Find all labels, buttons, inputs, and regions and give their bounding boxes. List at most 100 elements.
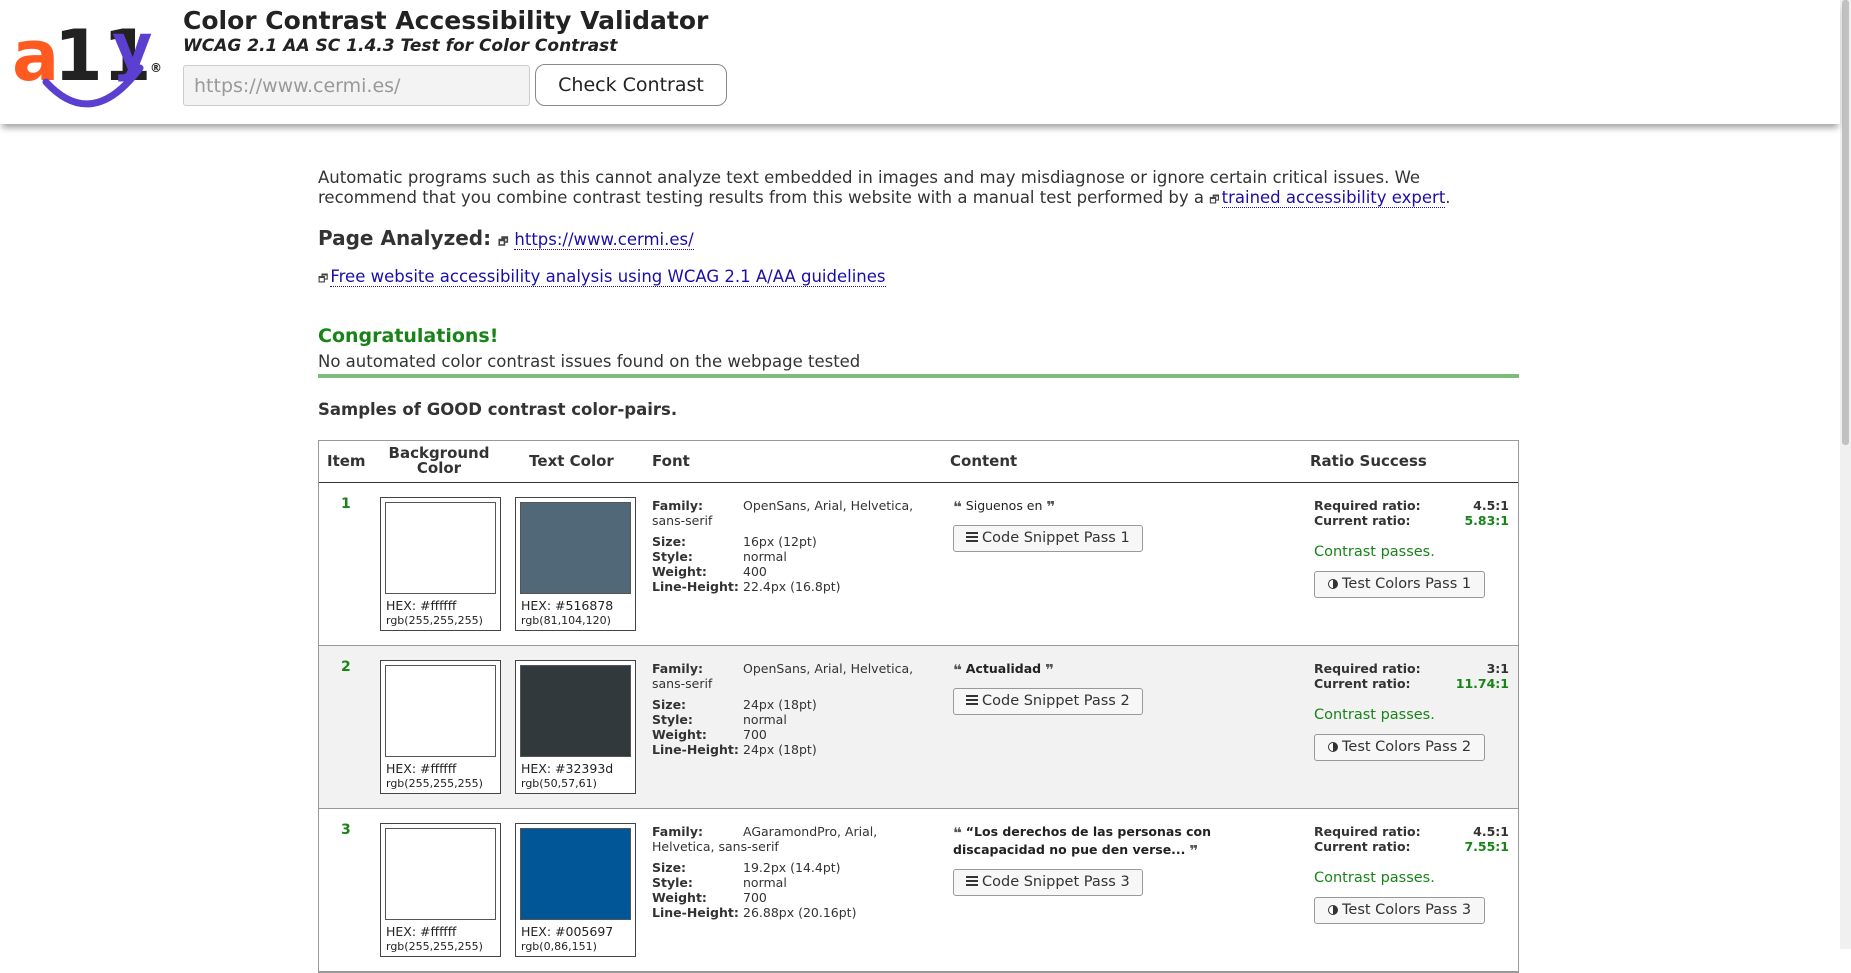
size-label: Size: <box>652 697 687 712</box>
content-cell: ❝ Siguenos en ❞ Code Snippet Pass 1 <box>953 498 1298 552</box>
font-family-value: OpenSans, Arial, Helvetica, sans-serif <box>652 498 914 528</box>
text-color-swatch: HEX: #516878 rgb(81,104,120) <box>515 497 636 631</box>
font-weight-value: 700 <box>743 727 767 742</box>
style-label: Style: <box>652 875 693 890</box>
free-analysis: 🗗 Free website accessibility analysis usi… <box>318 267 886 289</box>
test-colors-label: Test Colors Pass 2 <box>1342 739 1472 755</box>
weight-label: Weight: <box>652 727 707 742</box>
code-lines-icon <box>966 876 978 886</box>
page-analyzed-label: Page Analyzed: <box>318 226 492 250</box>
success-divider <box>318 374 1519 378</box>
font-info: Family: AGaramondPro, Arial, Helvetica, … <box>652 824 922 920</box>
content-sample: ❝ Actualidad ❞ <box>953 661 1298 679</box>
content-cell: ❝ “Los derechos de las personas con disc… <box>953 824 1298 896</box>
ratio-cell: Required ratio: 4.5:1 Current ratio: 5.83:… <box>1314 498 1509 598</box>
results-table: Item Background Color Text Color Font Co… <box>318 440 1519 973</box>
current-ratio-value: 5.83:1 <box>1464 513 1509 528</box>
app-header: a 11 y ® Color Contrast Accessibility Va… <box>0 0 1840 124</box>
content-text: “Los derechos de las personas con discap… <box>953 824 1212 857</box>
free-analysis-link[interactable]: Free website accessibility analysis usin… <box>330 267 886 287</box>
header-font: Font <box>652 452 690 470</box>
background-rgb: rgb(255,255,255) <box>386 777 483 790</box>
text-color-sample <box>520 665 631 757</box>
text-rgb: rgb(0,86,151) <box>521 940 597 953</box>
code-snippet-button[interactable]: Code Snippet Pass 1 <box>953 525 1143 552</box>
quote-open-icon: ❝ <box>953 661 962 679</box>
contrast-icon <box>1328 742 1338 752</box>
code-snippet-label: Code Snippet Pass 1 <box>982 530 1130 546</box>
required-ratio-label: Required ratio: <box>1314 824 1421 839</box>
current-ratio-label: Current ratio: <box>1314 839 1411 854</box>
test-colors-button[interactable]: Test Colors Pass 2 <box>1314 734 1486 761</box>
table-row: 3 HEX: #ffffff rgb(255,255,255) HEX: #00… <box>319 809 1518 972</box>
table-body: 1 HEX: #ffffff rgb(255,255,255) HEX: #51… <box>319 483 1518 972</box>
ratio-cell: Required ratio: 4.5:1 Current ratio: 7.55:… <box>1314 824 1509 924</box>
check-contrast-button[interactable]: Check Contrast <box>535 64 727 106</box>
page-scrollbar[interactable] <box>1840 0 1851 949</box>
style-label: Style: <box>652 549 693 564</box>
scrollbar-thumb[interactable] <box>1842 0 1849 445</box>
code-snippet-label: Code Snippet Pass 2 <box>982 693 1130 709</box>
code-snippet-button[interactable]: Code Snippet Pass 2 <box>953 688 1143 715</box>
line-height-value: 26.88px (20.16pt) <box>743 905 857 920</box>
text-color-sample <box>520 502 631 594</box>
text-color-sample <box>520 828 631 920</box>
page-analyzed: Page Analyzed: 🗗 https://www.cermi.es/ <box>318 226 694 252</box>
background-rgb: rgb(255,255,255) <box>386 940 483 953</box>
app-subtitle: WCAG 2.1 AA SC 1.4.3 Test for Color Cont… <box>183 36 618 56</box>
current-ratio-label: Current ratio: <box>1314 676 1411 691</box>
trained-expert-link[interactable]: trained accessibility expert <box>1221 188 1446 208</box>
item-number: 2 <box>341 659 351 675</box>
text-hex: HEX: #005697 <box>521 924 614 939</box>
quote-close-icon: ❞ <box>1045 661 1054 679</box>
weight-label: Weight: <box>652 890 707 905</box>
line-height-value: 24px (18pt) <box>743 742 817 757</box>
url-input[interactable] <box>183 65 530 106</box>
header-content: Content <box>950 452 1018 470</box>
size-label: Size: <box>652 534 687 549</box>
content-sample: ❝ “Los derechos de las personas con disc… <box>953 824 1298 860</box>
line-height-label: Line-Height: <box>652 742 739 757</box>
code-snippet-button[interactable]: Code Snippet Pass 3 <box>953 869 1143 896</box>
required-ratio-label: Required ratio: <box>1314 661 1421 676</box>
current-ratio-label: Current ratio: <box>1314 513 1411 528</box>
font-size-value: 19.2px (14.4pt) <box>743 860 841 875</box>
text-rgb: rgb(50,57,61) <box>521 777 597 790</box>
line-height-label: Line-Height: <box>652 905 739 920</box>
text-rgb: rgb(81,104,120) <box>521 614 611 627</box>
quote-open-icon: ❝ <box>953 498 962 516</box>
background-color-sample <box>385 502 496 594</box>
test-colors-label: Test Colors Pass 1 <box>1342 576 1472 592</box>
font-size-value: 24px (18pt) <box>743 697 817 712</box>
app-title: Color Contrast Accessibility Validator <box>183 6 709 35</box>
item-number: 1 <box>341 496 351 512</box>
text-color-swatch: HEX: #32393d rgb(50,57,61) <box>515 660 636 794</box>
background-color-sample <box>385 665 496 757</box>
quote-close-icon: ❞ <box>1189 842 1199 860</box>
contrast-passes-text: Contrast passes. <box>1314 707 1435 723</box>
font-family-value: AGaramondPro, Arial, Helvetica, sans-ser… <box>652 824 878 854</box>
code-lines-icon <box>966 532 978 542</box>
item-number: 3 <box>341 822 351 838</box>
test-colors-button[interactable]: Test Colors Pass 3 <box>1314 897 1486 924</box>
a11y-logo[interactable]: a 11 y ® <box>12 12 162 108</box>
table-row: 2 HEX: #ffffff rgb(255,255,255) HEX: #32… <box>319 646 1518 809</box>
font-weight-value: 700 <box>743 890 767 905</box>
test-colors-button[interactable]: Test Colors Pass 1 <box>1314 571 1486 598</box>
code-snippet-label: Code Snippet Pass 3 <box>982 874 1130 890</box>
line-height-label: Line-Height: <box>652 579 739 594</box>
analyzed-url-link[interactable]: https://www.cermi.es/ <box>514 230 694 250</box>
samples-heading: Samples of GOOD contrast color-pairs. <box>318 400 678 419</box>
current-ratio-value: 11.74:1 <box>1455 676 1509 691</box>
current-ratio-value: 7.55:1 <box>1464 839 1509 854</box>
header-background: Background Color <box>388 444 490 477</box>
background-hex: HEX: #ffffff <box>386 924 457 939</box>
required-ratio-value: 3:1 <box>1486 661 1509 676</box>
background-rgb: rgb(255,255,255) <box>386 614 483 627</box>
required-ratio-value: 4.5:1 <box>1473 824 1509 839</box>
background-color-sample <box>385 828 496 920</box>
ratio-cell: Required ratio: 3:1 Current ratio: 11.74:1… <box>1314 661 1509 761</box>
background-color-swatch: HEX: #ffffff rgb(255,255,255) <box>380 497 501 631</box>
font-style-value: normal <box>743 549 787 564</box>
style-label: Style: <box>652 712 693 727</box>
